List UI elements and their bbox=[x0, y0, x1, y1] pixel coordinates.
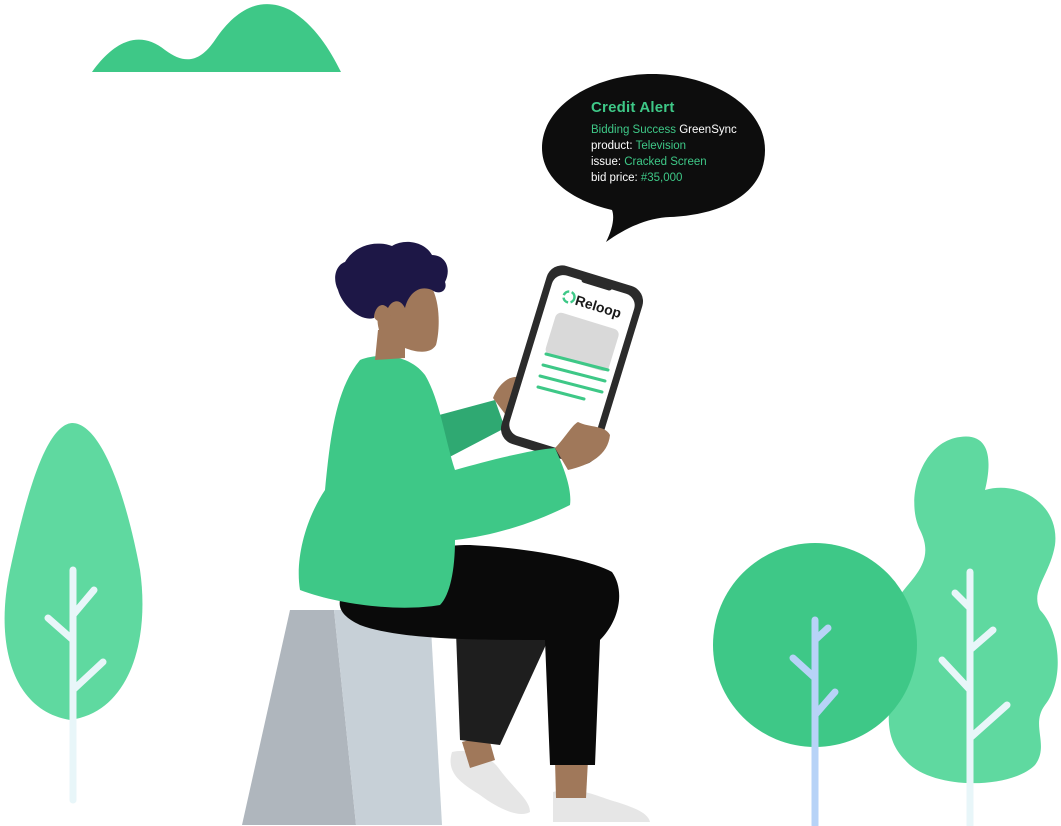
product-label: product: bbox=[591, 140, 633, 152]
alert-line-product: product: Television bbox=[591, 138, 781, 154]
hill-shape bbox=[92, 4, 341, 72]
alert-line-bid-price: bid price: #35,000 bbox=[591, 170, 781, 186]
bid-price-value: #35,000 bbox=[640, 172, 683, 184]
right-ankle bbox=[555, 760, 588, 798]
credit-alert: Credit Alert Bidding Success GreenSync p… bbox=[591, 99, 781, 186]
credit-alert-title: Credit Alert bbox=[591, 99, 675, 116]
bid-price-label: bid price: bbox=[591, 172, 638, 184]
issue-value: Cracked Screen bbox=[624, 156, 707, 168]
illustration-scene bbox=[4, 4, 1058, 826]
alert-line-bidding: Bidding Success GreenSync bbox=[591, 122, 781, 138]
issue-label: issue: bbox=[591, 156, 622, 168]
alert-line-issue: issue: Cracked Screen bbox=[591, 154, 781, 170]
bidding-label: Bidding Success bbox=[591, 124, 677, 136]
product-value: Television bbox=[635, 140, 687, 152]
bidding-value: GreenSync bbox=[679, 124, 737, 136]
